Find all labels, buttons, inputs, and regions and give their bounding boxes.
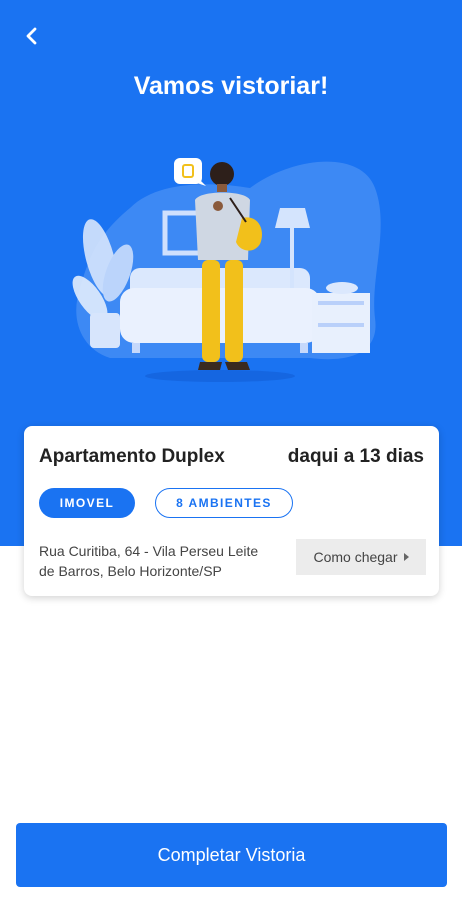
property-address: Rua Curitiba, 64 - Vila Perseu Leite de … xyxy=(39,541,289,581)
property-card[interactable]: Apartamento Duplex daqui a 13 dias IMOVE… xyxy=(24,426,439,596)
back-button[interactable] xyxy=(18,22,46,50)
property-name: Apartamento Duplex xyxy=(39,446,225,467)
schedule-label: daqui a 13 dias xyxy=(287,446,424,467)
directions-label: Como chegar xyxy=(313,549,398,565)
page-title: Vamos vistoriar! xyxy=(133,72,329,100)
directions-button[interactable]: Como chegar xyxy=(296,539,426,575)
address-line-1: Rua Curitiba, 64 - Vila Perseu Leite xyxy=(39,543,259,559)
complete-inspection-button[interactable]: Completar Vistoria xyxy=(16,823,447,887)
property-type-badge: IMOVEL xyxy=(39,488,135,518)
chevron-left-icon xyxy=(26,27,37,45)
caret-right-icon xyxy=(403,553,409,561)
rooms-count-badge: 8 AMBIENTES xyxy=(155,488,293,518)
address-line-2: de Barros, Belo Horizonte/SP xyxy=(39,563,222,579)
inspection-illustration xyxy=(72,158,381,382)
